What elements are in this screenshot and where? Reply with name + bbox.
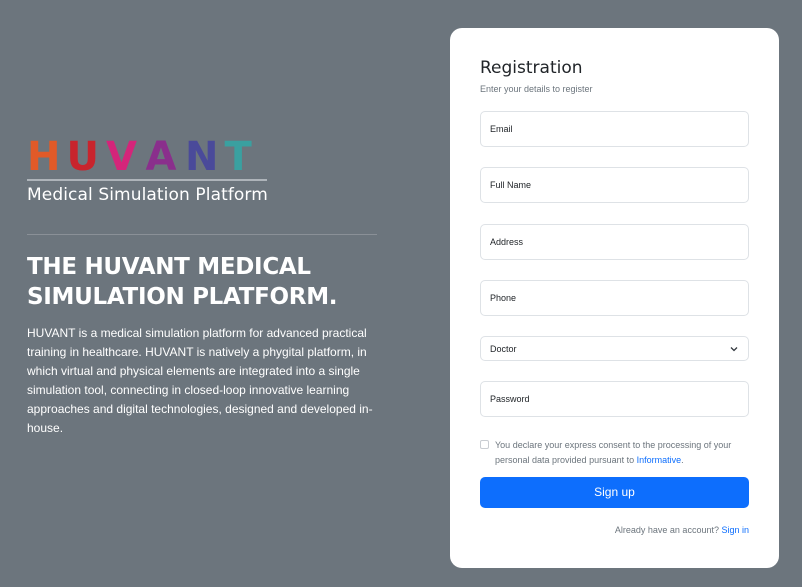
divider <box>27 234 377 235</box>
logo-letter-u: U <box>66 134 99 180</box>
address-label: Address <box>490 237 524 247</box>
informative-link[interactable]: Informative <box>637 455 682 465</box>
password-field[interactable]: Password <box>480 381 749 417</box>
consent-text: You declare your express consent to the … <box>495 438 749 468</box>
fullname-label: Full Name <box>490 180 532 190</box>
chevron-down-icon <box>730 347 738 352</box>
brand-logo: H U V A N T Medical Simulation Platform <box>27 137 268 206</box>
consent-text-end: . <box>681 455 684 465</box>
logo-letter-a: A <box>145 134 177 180</box>
phone-label: Phone <box>490 293 517 303</box>
phone-field[interactable]: Phone <box>480 280 749 316</box>
role-select[interactable]: Doctor <box>480 336 749 361</box>
consent-text-main: You declare your express consent to the … <box>495 440 732 465</box>
address-field[interactable]: Address <box>480 224 749 260</box>
consent-row: You declare your express consent to the … <box>480 438 749 468</box>
email-label: Email <box>490 124 513 134</box>
page-description: HUVANT is a medical simulation platform … <box>27 326 373 435</box>
signin-link[interactable]: Sign in <box>721 525 749 535</box>
brand-tagline: Medical Simulation Platform <box>27 179 268 206</box>
signin-prompt: Already have an account? Sign in <box>615 525 749 535</box>
logo-letter-n: N <box>185 134 219 180</box>
form-subtitle: Enter your details to register <box>480 84 593 94</box>
email-field[interactable]: Email <box>480 111 749 147</box>
signup-button[interactable]: Sign up <box>480 477 749 508</box>
have-account-text: Already have an account? <box>614 525 722 535</box>
logo-wordmark: H U V A N T <box>27 137 267 177</box>
logo-letter-t: T <box>224 134 252 180</box>
role-selected-value: Doctor <box>490 344 517 354</box>
consent-checkbox[interactable] <box>480 440 489 449</box>
logo-letter-v: V <box>106 134 137 180</box>
form-title: Registration <box>480 58 583 78</box>
registration-card: Registration Enter your details to regis… <box>450 28 779 568</box>
password-label: Password <box>490 394 530 404</box>
page-headline: THE HUVANT MEDICAL SIMULATION PLATFORM. <box>27 254 338 310</box>
logo-letter-h: H <box>27 134 61 180</box>
fullname-field[interactable]: Full Name <box>480 167 749 203</box>
